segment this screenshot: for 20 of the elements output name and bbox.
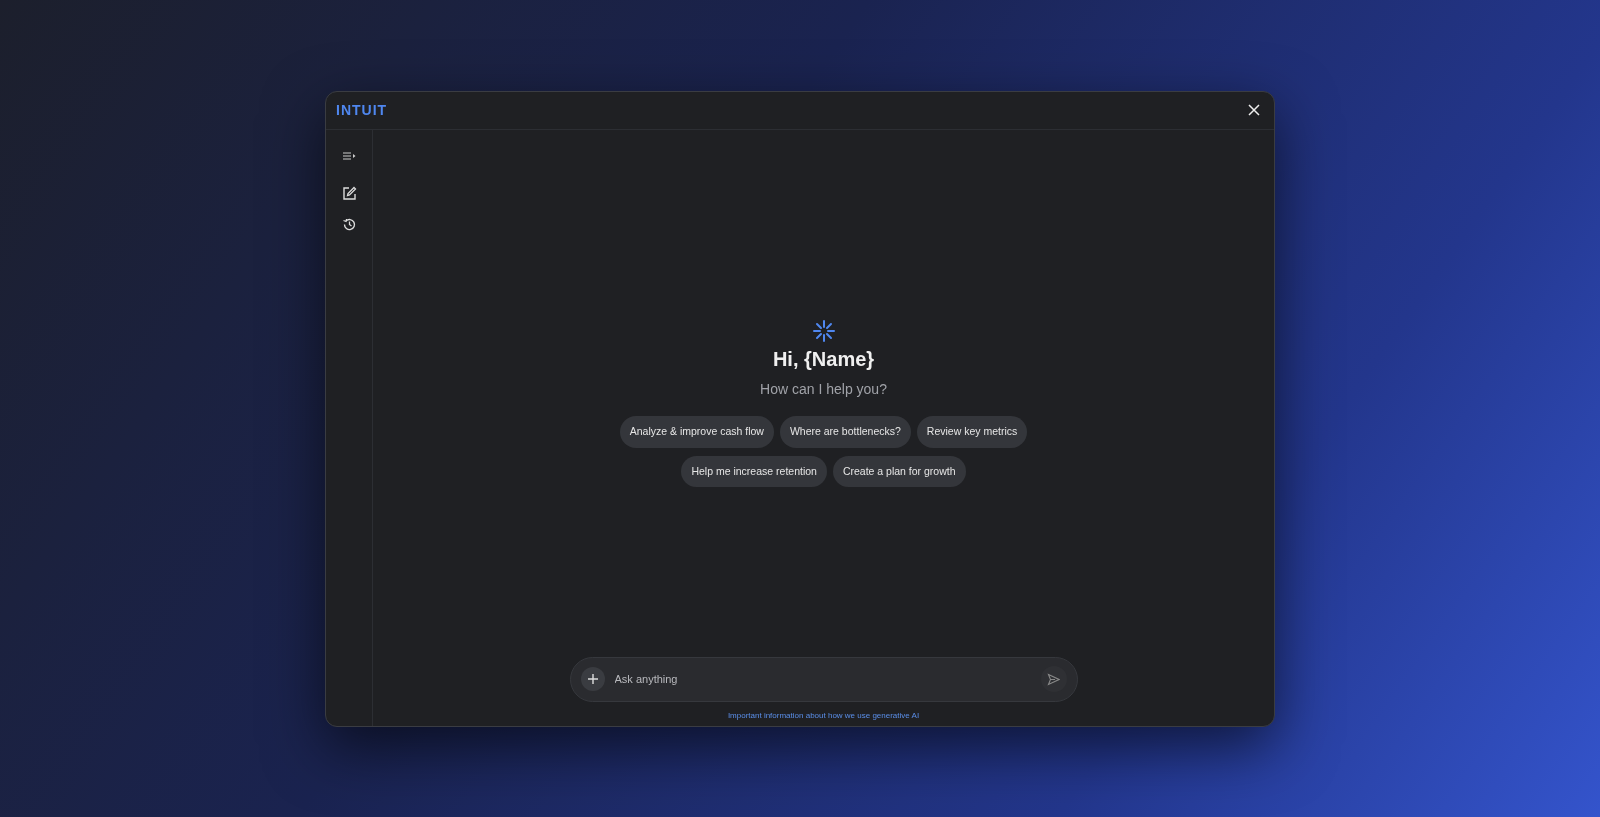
edit-icon bbox=[341, 185, 357, 201]
menu-icon bbox=[342, 149, 356, 162]
sparkle-icon bbox=[811, 318, 836, 343]
greeting-subtitle: How can I help you? bbox=[760, 379, 887, 399]
send-icon bbox=[1047, 672, 1060, 686]
history-icon bbox=[341, 216, 357, 232]
send-button[interactable] bbox=[1040, 666, 1067, 692]
suggestion-chip[interactable]: Review key metrics bbox=[916, 415, 1028, 448]
message-input[interactable]: Ask anything bbox=[612, 669, 1033, 689]
suggestion-chip[interactable]: Where are bottlenecks? bbox=[779, 415, 911, 448]
plus-icon bbox=[586, 673, 599, 685]
suggestion-chip[interactable]: Analyze & improve cash flow bbox=[619, 415, 774, 448]
suggestion-chip[interactable]: Help me increase retention bbox=[681, 455, 827, 488]
add-button[interactable] bbox=[580, 667, 605, 691]
close-icon bbox=[1248, 104, 1260, 116]
ai-info-link[interactable]: Important information about how we use generative AI bbox=[727, 709, 920, 722]
logo: INTUIT bbox=[336, 100, 388, 120]
greeting-title: Hi, {Name} bbox=[772, 346, 875, 371]
suggestion-chip[interactable]: Create a plan for growth bbox=[832, 455, 966, 488]
message-composer[interactable]: Ask anything bbox=[569, 656, 1078, 702]
